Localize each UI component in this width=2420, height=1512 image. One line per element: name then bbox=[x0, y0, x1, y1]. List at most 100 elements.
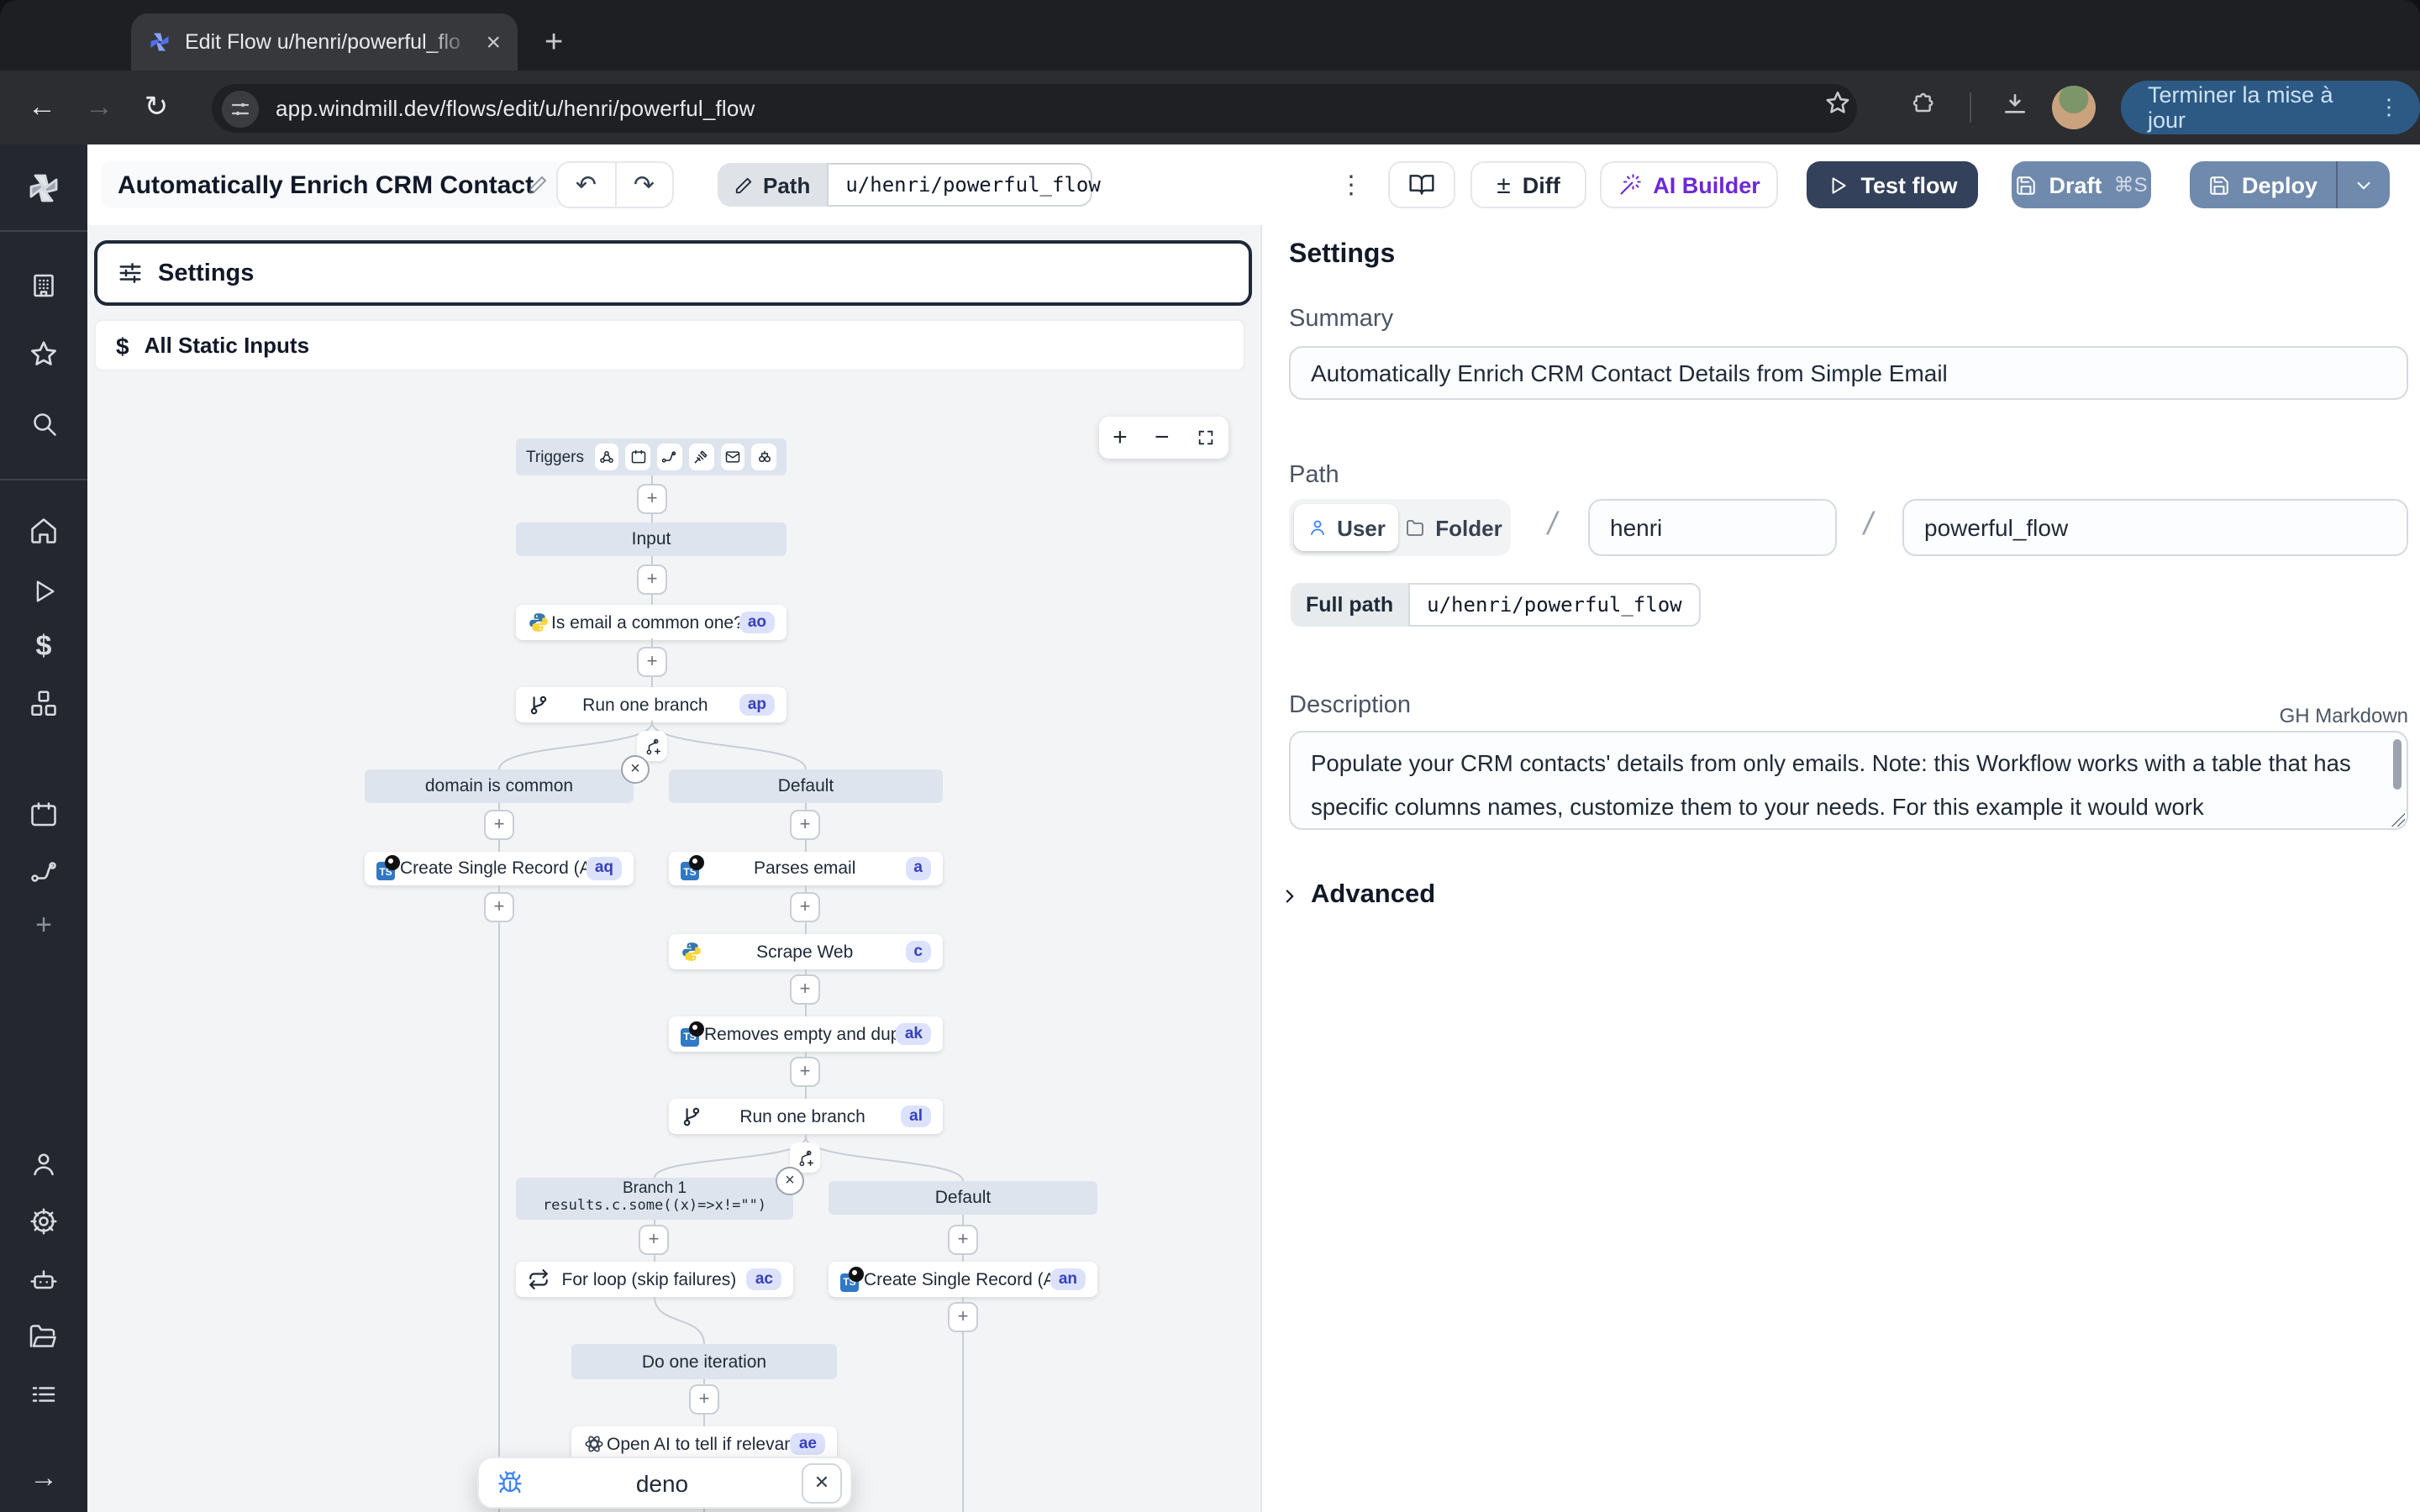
add-step-button[interactable]: + bbox=[790, 1057, 820, 1087]
undo-button[interactable]: ↶ bbox=[558, 163, 616, 207]
browser-tab[interactable]: Edit Flow u/henri/powerful_flo × bbox=[131, 13, 518, 71]
account-icon[interactable] bbox=[29, 1149, 59, 1179]
expand-sidebar-icon[interactable]: → bbox=[29, 1462, 58, 1495]
user-toggle-option[interactable]: User bbox=[1294, 504, 1398, 551]
advanced-section-toggle[interactable]: Advanced bbox=[1279, 880, 1435, 911]
app-sidebar: $ + → bbox=[0, 144, 87, 1512]
windmill-favicon bbox=[148, 30, 171, 54]
new-tab-icon[interactable]: + bbox=[544, 27, 563, 59]
add-step-button[interactable]: + bbox=[639, 1225, 669, 1255]
profile-avatar[interactable] bbox=[2052, 86, 2096, 129]
save-icon bbox=[2015, 174, 2037, 196]
variables-icon[interactable]: $ bbox=[36, 630, 52, 664]
undo-redo-group: ↶ ↷ bbox=[556, 161, 674, 208]
add-step-button[interactable]: + bbox=[637, 564, 667, 595]
settings-panel-title: Settings bbox=[1289, 240, 1395, 270]
extensions-icon[interactable] bbox=[1911, 91, 1938, 118]
add-step-button[interactable]: + bbox=[790, 892, 820, 922]
add-step-button[interactable]: + bbox=[637, 647, 667, 677]
add-step-button[interactable]: + bbox=[948, 1302, 978, 1332]
workers-robot-icon[interactable] bbox=[29, 1265, 59, 1295]
flow-editor-header: Automatically Enrich CRM Contact ↶ ↷ Pat… bbox=[87, 144, 2420, 227]
description-label: Description bbox=[1289, 692, 1411, 719]
favorites-star-icon[interactable] bbox=[28, 339, 60, 370]
schedules-icon[interactable] bbox=[29, 800, 59, 830]
search-icon[interactable] bbox=[29, 408, 59, 438]
windmill-logo-icon[interactable] bbox=[27, 171, 60, 205]
workspace-icon[interactable] bbox=[29, 270, 59, 301]
url-bar[interactable]: app.windmill.dev/flows/edit/u/henri/powe… bbox=[212, 84, 1857, 133]
folder-icon bbox=[1405, 517, 1425, 538]
add-step-button[interactable]: + bbox=[484, 810, 514, 840]
folder-toggle-option[interactable]: Folder bbox=[1402, 504, 1506, 551]
screen: Edit Flow u/henri/powerful_flo × + ← → ↻… bbox=[0, 0, 2420, 1512]
browser-menu-kebab-icon[interactable]: ⋮ bbox=[2378, 94, 2400, 121]
path-owner-input[interactable] bbox=[1588, 499, 1837, 556]
add-icon[interactable]: + bbox=[35, 909, 52, 942]
browser-chrome: Edit Flow u/henri/powerful_flo × + ← → ↻… bbox=[0, 0, 2420, 144]
add-step-button[interactable]: + bbox=[484, 892, 514, 922]
bookmark-star-icon[interactable] bbox=[1823, 89, 1852, 118]
edit-pencil-icon bbox=[527, 175, 547, 195]
draft-button[interactable]: Draft ⌘S bbox=[2012, 161, 2151, 208]
add-step-button[interactable]: + bbox=[790, 974, 820, 1005]
back-icon[interactable]: ← bbox=[13, 91, 71, 124]
ai-builder-button[interactable]: AI Builder bbox=[1600, 161, 1778, 208]
deno-tooltip-popup: deno ✕ bbox=[477, 1457, 852, 1509]
user-icon bbox=[1307, 517, 1327, 538]
diff-button[interactable]: ± Diff bbox=[1470, 161, 1586, 208]
reload-icon[interactable]: ↻ bbox=[128, 91, 185, 124]
remove-branch-button[interactable]: × bbox=[621, 755, 650, 784]
magic-wand-icon bbox=[1618, 173, 1641, 197]
flow-title[interactable]: Automatically Enrich CRM Contact bbox=[101, 161, 564, 208]
flow-graph-panel: Settings $ All Static Inputs Triggers bbox=[87, 225, 1260, 1512]
add-step-button[interactable]: + bbox=[689, 1384, 719, 1415]
url-text: app.windmill.dev/flows/edit/u/henri/powe… bbox=[276, 96, 755, 121]
textarea-resize-grip[interactable] bbox=[2391, 813, 2405, 827]
settings-gear-icon[interactable] bbox=[29, 1206, 59, 1236]
home-icon[interactable] bbox=[29, 516, 59, 546]
deploy-button[interactable]: Deploy bbox=[2190, 172, 2336, 197]
logs-list-icon[interactable] bbox=[29, 1379, 59, 1410]
plus-minus-icon: ± bbox=[1497, 171, 1510, 199]
resources-icon[interactable] bbox=[29, 689, 59, 719]
save-icon bbox=[2208, 174, 2230, 196]
routes-icon[interactable] bbox=[29, 857, 59, 887]
textarea-scrollbar[interactable] bbox=[2393, 739, 2402, 790]
owner-kind-toggle: User Folder bbox=[1289, 499, 1511, 556]
chevron-down-icon bbox=[2353, 174, 2375, 196]
full-path-display: Full path u/henri/powerful_flow bbox=[1291, 583, 1701, 627]
runs-icon[interactable] bbox=[29, 577, 58, 606]
remove-branch-button[interactable]: × bbox=[776, 1167, 804, 1195]
forward-icon[interactable]: → bbox=[71, 91, 128, 124]
path-name-input[interactable] bbox=[1902, 499, 2408, 556]
sidebar-divider bbox=[0, 230, 87, 232]
folders-icon[interactable] bbox=[29, 1322, 59, 1352]
toolbar-divider bbox=[1970, 92, 1971, 123]
close-popup-button[interactable]: ✕ bbox=[802, 1462, 842, 1503]
add-step-button[interactable]: + bbox=[790, 810, 820, 840]
flow-connectors bbox=[87, 225, 1260, 1512]
bug-icon bbox=[497, 1470, 523, 1495]
redo-button[interactable]: ↷ bbox=[616, 163, 672, 207]
tab-close-icon[interactable]: × bbox=[486, 29, 501, 55]
path-chip[interactable]: Path u/henri/powerful_flow bbox=[718, 163, 1092, 207]
book-icon bbox=[1408, 171, 1435, 198]
shortcut-hint: ⌘S bbox=[2114, 173, 2148, 197]
more-options-kebab-icon[interactable]: ⋮ bbox=[1328, 161, 1375, 208]
summary-input[interactable] bbox=[1289, 346, 2408, 400]
test-flow-button[interactable]: Test flow bbox=[1807, 161, 1978, 208]
settings-panel: Settings Summary Path User Folder / / Fu… bbox=[1260, 225, 2420, 1512]
add-step-button[interactable]: + bbox=[637, 484, 667, 514]
deploy-dropdown-button[interactable] bbox=[2338, 174, 2390, 196]
description-textarea[interactable]: Populate your CRM contacts' details from… bbox=[1289, 731, 2408, 830]
summary-label: Summary bbox=[1289, 306, 1393, 333]
browser-update-button[interactable]: Terminer la mise à jour ⋮ bbox=[2121, 81, 2420, 134]
site-settings-icon[interactable] bbox=[222, 90, 259, 127]
add-step-button[interactable]: + bbox=[948, 1225, 978, 1255]
deploy-button-group: Deploy bbox=[2190, 161, 2390, 208]
download-icon[interactable] bbox=[2002, 91, 2028, 118]
docs-book-button[interactable] bbox=[1388, 161, 1455, 208]
markdown-hint: GH Markdown bbox=[2153, 704, 2408, 727]
tab-title: Edit Flow u/henri/powerful_flo bbox=[185, 30, 472, 54]
